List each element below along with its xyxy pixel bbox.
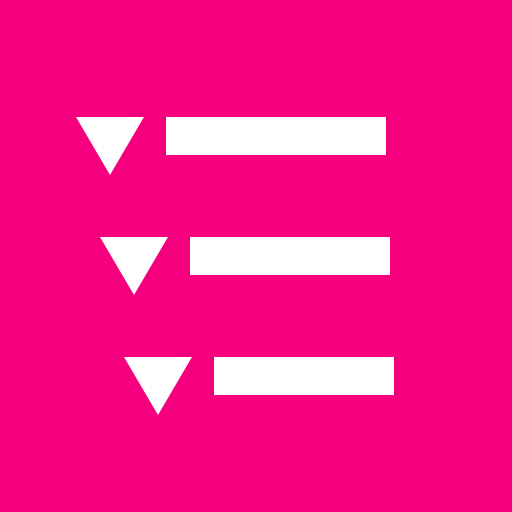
nested-list-icon (0, 0, 512, 512)
list-row-3-bar (214, 357, 394, 395)
list-row-2-bar (190, 237, 390, 275)
list-row-1-bar (166, 117, 386, 155)
nested-list-app-icon (0, 0, 512, 512)
